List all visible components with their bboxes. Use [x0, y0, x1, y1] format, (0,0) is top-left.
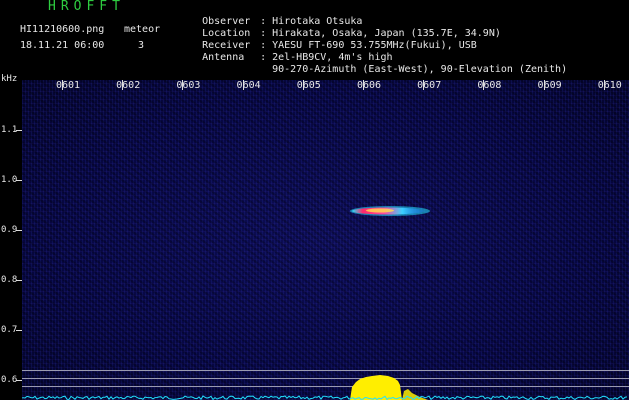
frequency-label: 0.9: [1, 225, 18, 235]
file-name: HI11210600.png: [20, 24, 105, 35]
frequency-label: 1.1: [1, 125, 18, 135]
receiver-label: Receiver: [202, 40, 251, 51]
antenna-separator: :: [260, 52, 267, 63]
frequency-unit-label: kHz: [1, 74, 18, 84]
location-label: Location: [202, 28, 251, 39]
observer-separator: :: [260, 16, 267, 27]
observer-label: Observer: [202, 16, 251, 27]
antenna-orientation-value: 90-270-Azimuth (East-West), 90-Elevation…: [272, 64, 568, 75]
time-label: 0602: [116, 80, 141, 91]
reference-line: [22, 370, 629, 371]
frequency-label: 1.0: [1, 175, 18, 185]
time-label: 0601: [55, 80, 81, 91]
frequency-label: 0.8: [1, 275, 18, 285]
time-label: 0606: [356, 80, 382, 91]
noise-floor: [22, 395, 628, 400]
antenna-value: 2el-HB9CV, 4m's high: [272, 52, 393, 63]
meteor-echo-peak: [366, 208, 394, 213]
meteor-count: 3: [138, 40, 145, 51]
reference-line: [22, 386, 629, 387]
spectrogram-texture: [22, 80, 629, 400]
time-label: 0603: [176, 80, 201, 91]
app-title: HROFFT: [48, 0, 125, 14]
time-label: 0605: [296, 80, 321, 91]
observer-value: Hirotaka Otsuka: [272, 16, 363, 27]
location-value: Hirakata, Osaka, Japan (135.7E, 34.9N): [272, 28, 501, 39]
frequency-label: 0.7: [1, 325, 18, 335]
time-label: 0608: [477, 80, 502, 91]
receiver-separator: :: [260, 40, 267, 51]
noise-floor-line: [22, 395, 628, 400]
time-label: 0609: [537, 80, 562, 91]
receiver-value: YAESU FT-690 53.755MHz(Fukui), USB: [272, 40, 477, 51]
time-label: 0607: [417, 80, 442, 91]
time-label: 0610: [597, 80, 622, 91]
station-info: Observer: Hirotaka Otsuka Location: Hiraka…: [178, 4, 567, 75]
frequency-label: 0.6: [1, 375, 18, 385]
time-label: 0604: [236, 80, 261, 91]
meteor-label: meteor: [124, 24, 161, 35]
meteor-echo: [350, 206, 430, 216]
observation-datetime: 18.11.21 06:00: [20, 40, 105, 51]
observer-row: Observer: Hirotaka Otsuka: [178, 4, 567, 27]
reference-line: [22, 378, 629, 379]
location-separator: :: [260, 28, 267, 39]
antenna-label: Antenna: [202, 52, 245, 63]
